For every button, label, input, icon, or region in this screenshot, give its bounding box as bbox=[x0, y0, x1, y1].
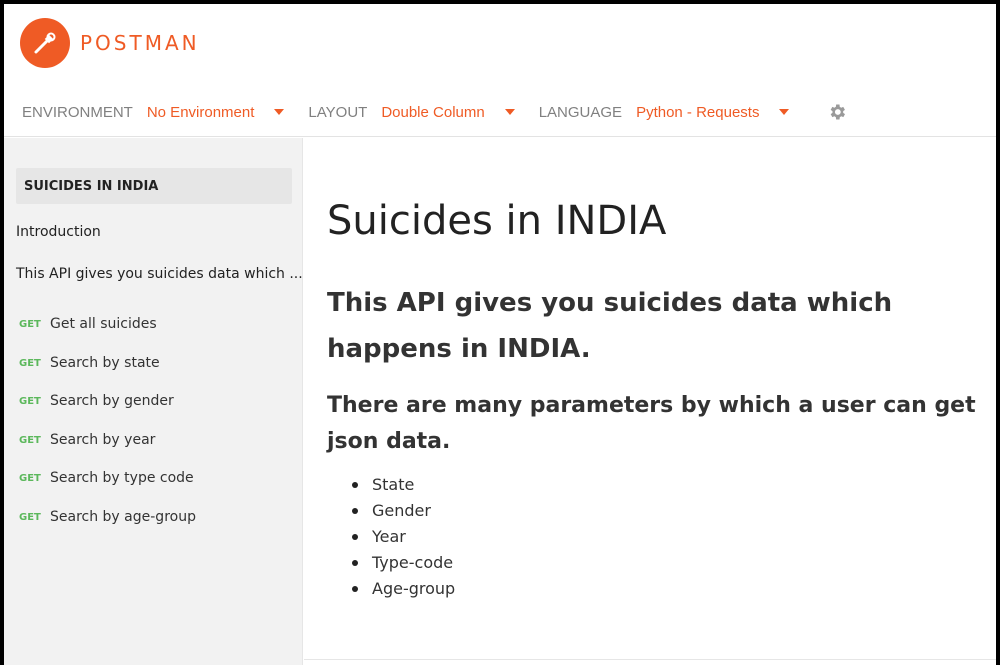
layout-label: LAYOUT bbox=[308, 103, 368, 121]
sidebar-item-search-by-gender[interactable]: GET Search by gender bbox=[19, 393, 174, 409]
sidebar: SUICIDES IN INDIA Introduction This API … bbox=[4, 138, 303, 665]
list-item: State bbox=[352, 472, 455, 498]
request-name: Search by gender bbox=[50, 393, 174, 409]
language-select[interactable]: Python - Requests bbox=[636, 104, 759, 121]
list-item: Gender bbox=[352, 498, 455, 524]
app-window: POSTMAN ENVIRONMENT No Environment LAYOU… bbox=[4, 4, 996, 665]
collection-title[interactable]: SUICIDES IN INDIA bbox=[16, 168, 292, 204]
layout-dropdown-icon[interactable] bbox=[504, 109, 515, 115]
list-item: Age-group bbox=[352, 576, 455, 602]
list-item: Type-code bbox=[352, 550, 455, 576]
sidebar-item-search-by-year[interactable]: GET Search by year bbox=[19, 432, 155, 448]
rocket-icon bbox=[20, 18, 70, 68]
page-title: Suicides in INDIA bbox=[327, 198, 667, 244]
request-name: Search by age-group bbox=[50, 509, 196, 525]
environment-dropdown-icon[interactable] bbox=[274, 109, 285, 115]
environment-select[interactable]: No Environment bbox=[147, 104, 255, 121]
brand-name: POSTMAN bbox=[80, 31, 200, 55]
documentation-panel: Suicides in INDIA This API gives you sui… bbox=[304, 138, 996, 665]
request-name: Search by year bbox=[50, 432, 156, 448]
layout-select[interactable]: Double Column bbox=[381, 104, 484, 121]
postman-logo[interactable]: POSTMAN bbox=[20, 18, 200, 68]
toolbar: ENVIRONMENT No Environment LAYOUT Double… bbox=[22, 100, 847, 124]
sidebar-item-introduction[interactable]: Introduction bbox=[16, 224, 101, 240]
language-dropdown-icon[interactable] bbox=[779, 109, 790, 115]
method-badge: GET bbox=[19, 511, 41, 523]
parameters-list: State Gender Year Type-code Age-group bbox=[352, 472, 455, 602]
sidebar-item-search-by-state[interactable]: GET Search by state bbox=[19, 355, 160, 371]
request-name: Search by state bbox=[50, 355, 160, 371]
request-name: Get all suicides bbox=[50, 316, 157, 332]
method-badge: GET bbox=[19, 318, 41, 330]
method-badge: GET bbox=[19, 472, 41, 484]
gear-icon[interactable] bbox=[827, 102, 847, 122]
list-item: Year bbox=[352, 524, 455, 550]
sidebar-item-get-all-suicides[interactable]: GET Get all suicides bbox=[19, 316, 157, 332]
header: POSTMAN ENVIRONMENT No Environment LAYOU… bbox=[4, 4, 996, 137]
parameters-heading: There are many parameters by which a use… bbox=[327, 393, 976, 454]
method-badge: GET bbox=[19, 395, 41, 407]
divider bbox=[304, 659, 996, 660]
sidebar-item-summary[interactable]: This API gives you suicides data which .… bbox=[16, 266, 303, 282]
sidebar-item-search-by-age-group[interactable]: GET Search by age-group bbox=[19, 509, 196, 525]
request-name: Search by type code bbox=[50, 470, 194, 486]
description-heading: This API gives you suicides data which h… bbox=[327, 288, 893, 364]
sidebar-item-search-by-type-code[interactable]: GET Search by type code bbox=[19, 470, 194, 486]
method-badge: GET bbox=[19, 357, 41, 369]
language-label: LANGUAGE bbox=[538, 103, 623, 121]
environment-label: ENVIRONMENT bbox=[22, 103, 133, 121]
method-badge: GET bbox=[19, 434, 41, 446]
